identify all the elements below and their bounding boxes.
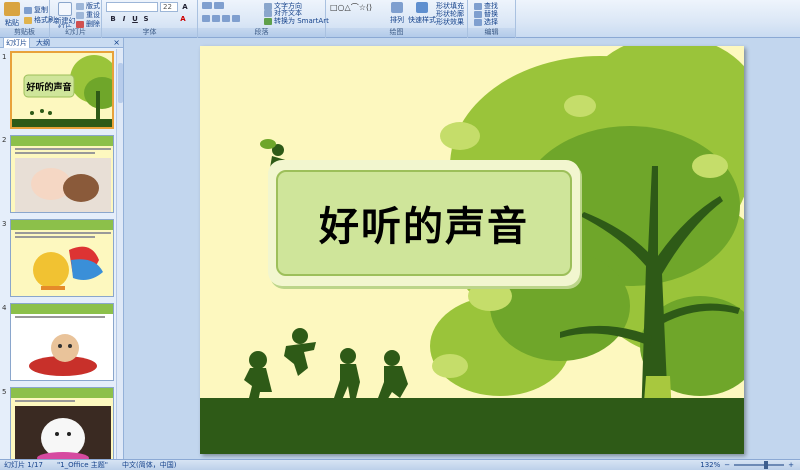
new-slide-icon [58, 2, 72, 16]
slide-thumbnail-5[interactable] [10, 387, 114, 459]
align-buttons[interactable] [202, 15, 240, 22]
delete-icon [76, 20, 84, 28]
thumb1-art: 好听的声音 [12, 55, 112, 127]
format-painter-icon [24, 16, 32, 24]
zoom-slider-knob[interactable] [764, 461, 769, 469]
grow-font-button[interactable]: A [180, 2, 190, 12]
thumb4-art [11, 304, 113, 380]
zoom-level[interactable]: 132% [700, 461, 720, 469]
bold-button[interactable]: B [108, 14, 118, 24]
slide-thumbnail-3[interactable] [10, 219, 114, 297]
title-placeholder[interactable]: 好听的声音 [268, 160, 580, 286]
slide-title[interactable]: 好听的声音 [319, 194, 529, 252]
editing-group: 查找 替换 选择 编辑 [468, 0, 516, 38]
thumbnail-list: 1 好听的声音 2 3 4 5 [0, 49, 116, 459]
slide-count-status: 幻灯片 1/17 [4, 461, 43, 469]
shapes-icon: □○△⌒☆⟨⟩ [330, 3, 373, 12]
tab-slides[interactable]: 幻灯片 [3, 37, 30, 48]
zoom-slider[interactable] [734, 461, 785, 469]
shape-effects-button[interactable]: 形状效果 [436, 17, 464, 27]
paste-button[interactable]: 粘贴 [4, 2, 20, 28]
ribbon: 粘贴 复制 格式刷 剪贴板 新建幻灯片 版式 重设 删除 幻灯片 [0, 0, 800, 38]
layout-icon [76, 2, 84, 10]
thumbnail-scrollbar[interactable] [116, 49, 123, 459]
slide-number: 4 [2, 304, 7, 312]
numbering-icon [214, 2, 224, 9]
tab-outline[interactable]: 大纲 [34, 38, 52, 48]
bullets-icon [202, 2, 212, 9]
slides-pane: 幻灯片 大纲 × 1 好听的声音 2 3 4 5 [0, 37, 124, 459]
drawing-group: □○△⌒☆⟨⟩ 排列 快速样式 形状填充 形状轮廓 形状效果 绘图 [326, 0, 468, 38]
zoom-control: 132% − + [700, 461, 794, 469]
title-frame: 好听的声音 [276, 170, 572, 276]
slide-thumbnail-1[interactable]: 好听的声音 [10, 51, 114, 129]
copy-icon [24, 6, 32, 14]
copy-button[interactable]: 复制 [24, 5, 48, 15]
paragraph-group: 文字方向 对齐文本 转换为 SmartArt 段落 [198, 0, 329, 38]
zoom-out-icon[interactable]: − [724, 461, 730, 469]
justify-icon [232, 15, 240, 22]
font-name-select[interactable] [106, 2, 158, 12]
align-right-icon [222, 15, 230, 22]
font-group: 22 A B I U S A 字体 [102, 0, 198, 38]
align-center-icon [212, 15, 220, 22]
slide-thumbnail-2[interactable] [10, 135, 114, 213]
font-size-select[interactable]: 22 [160, 2, 178, 12]
scrollbar-thumb[interactable] [118, 63, 123, 103]
slide-number: 5 [2, 388, 7, 396]
arrange-button[interactable]: 排列 [390, 2, 404, 25]
underline-button[interactable]: U [130, 14, 140, 24]
select-button[interactable]: 选择 [474, 17, 498, 27]
slide-thumbnail-4[interactable] [10, 303, 114, 381]
thumb2-art [11, 136, 113, 212]
thumb5-art [11, 388, 113, 459]
paste-icon [4, 2, 20, 16]
smartart-button[interactable]: 转换为 SmartArt [264, 16, 329, 26]
shadow-button[interactable]: S [141, 14, 151, 24]
shapes-gallery[interactable]: □○△⌒☆⟨⟩ [330, 2, 372, 13]
zoom-in-icon[interactable]: + [788, 461, 794, 469]
quick-styles-icon [416, 2, 428, 13]
slide-number: 1 [2, 53, 7, 61]
theme-status: "1_Office 主题" [56, 461, 109, 469]
font-color-button[interactable]: A [178, 14, 188, 24]
smartart-icon [264, 17, 272, 25]
align-left-icon [202, 15, 210, 22]
slide-number: 3 [2, 220, 7, 228]
close-pane-icon[interactable]: × [113, 38, 120, 47]
select-icon [474, 18, 482, 26]
reset-icon [76, 11, 84, 19]
bullets-button[interactable] [202, 2, 224, 9]
status-bar: 幻灯片 1/17 "1_Office 主题" 中文(简体，中国) 132% − … [0, 459, 800, 470]
current-slide[interactable]: 好听的声音 [200, 46, 744, 454]
clipboard-group: 粘贴 复制 格式刷 剪贴板 [0, 0, 55, 38]
arrange-icon [391, 2, 403, 13]
language-status: 中文(简体，中国) [122, 461, 177, 469]
slides-group: 新建幻灯片 版式 重设 删除 幻灯片 [50, 0, 102, 38]
slide-number: 2 [2, 136, 7, 144]
thumb1-title: 好听的声音 [25, 81, 71, 93]
slide-editing-area: 好听的声音 [124, 38, 800, 459]
quick-styles-button[interactable]: 快速样式 [408, 2, 436, 25]
thumb3-art [11, 220, 113, 296]
pane-tabs: 幻灯片 大纲 × [0, 37, 123, 48]
italic-button[interactable]: I [119, 14, 129, 24]
